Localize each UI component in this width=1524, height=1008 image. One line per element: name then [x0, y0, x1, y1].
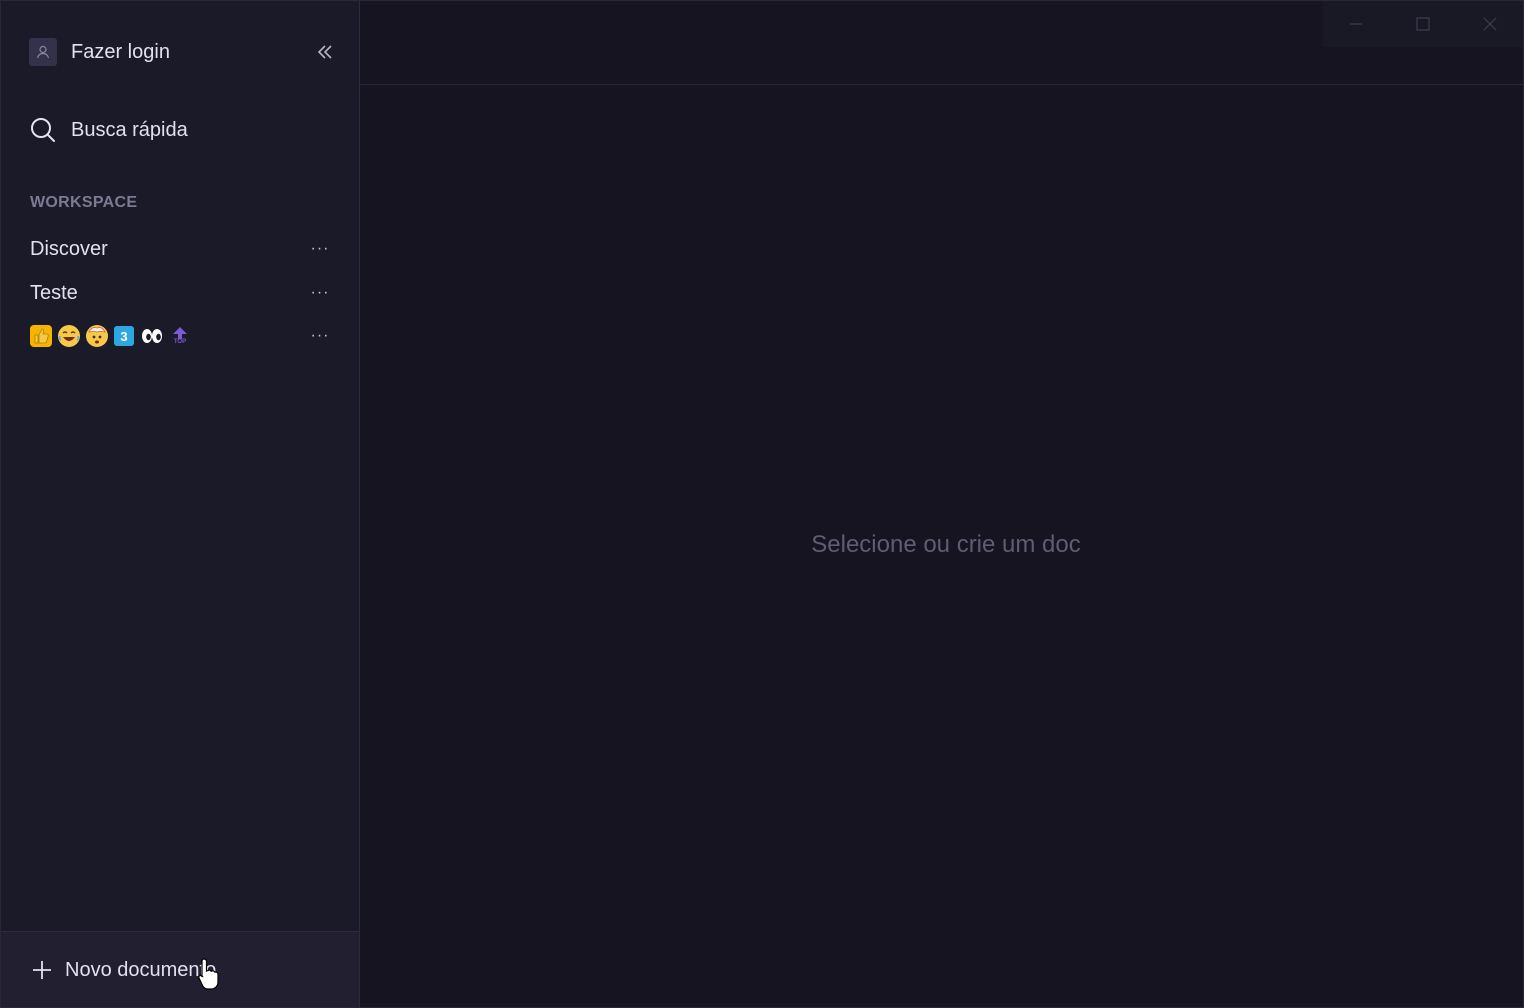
quick-search-label: Busca rápida [71, 118, 188, 141]
keycap-3-icon: 3 [114, 326, 134, 346]
window-controls [1323, 1, 1523, 47]
search-icon [31, 118, 55, 142]
new-document-button[interactable]: Novo documento [1, 931, 359, 1007]
plus-icon [33, 961, 51, 979]
sidebar-item-emoji-doc[interactable]: 3 TOP ··· [30, 321, 332, 351]
hand-cursor-icon [197, 957, 221, 996]
close-button[interactable] [1456, 1, 1523, 47]
maximize-icon [1416, 17, 1430, 31]
thumbs-up-icon [30, 325, 52, 347]
top-arrow-icon: TOP [170, 325, 190, 347]
sidebar-item-teste[interactable]: Teste ··· [30, 278, 332, 308]
sidebar-item-label: Teste [30, 281, 78, 304]
app-window: Fazer login Busca rápida WORKSPACE Disco… [0, 0, 1524, 1008]
laughing-face-icon [58, 325, 80, 347]
minimize-icon [1350, 23, 1363, 25]
more-options-button[interactable]: ··· [308, 239, 332, 259]
quick-search-button[interactable]: Busca rápida [29, 113, 188, 147]
workspace-section-title: WORKSPACE [30, 194, 138, 211]
new-document-label: Novo documento [65, 958, 217, 981]
eyes-icon [140, 325, 164, 347]
collapse-sidebar-button[interactable] [311, 38, 339, 66]
sidebar-item-discover[interactable]: Discover ··· [30, 234, 332, 264]
emoji-title: 3 TOP [30, 325, 308, 347]
maximize-button[interactable] [1390, 1, 1457, 47]
sidebar: Fazer login Busca rápida WORKSPACE Disco… [1, 1, 360, 1007]
exploding-head-icon [86, 325, 108, 347]
empty-state-message: Selecione ou crie um doc [811, 531, 1081, 558]
sidebar-item-label: Discover [30, 237, 108, 260]
more-options-button[interactable]: ··· [308, 326, 332, 346]
top-label: TOP [173, 339, 187, 345]
title-bar [360, 1, 1523, 85]
double-chevron-left-icon [317, 45, 332, 59]
login-button[interactable]: Fazer login [29, 35, 339, 69]
user-avatar-icon [29, 38, 57, 66]
more-options-button[interactable]: ··· [308, 283, 332, 303]
close-icon [1483, 17, 1497, 31]
minimize-button[interactable] [1323, 1, 1390, 47]
login-label: Fazer login [71, 40, 170, 63]
